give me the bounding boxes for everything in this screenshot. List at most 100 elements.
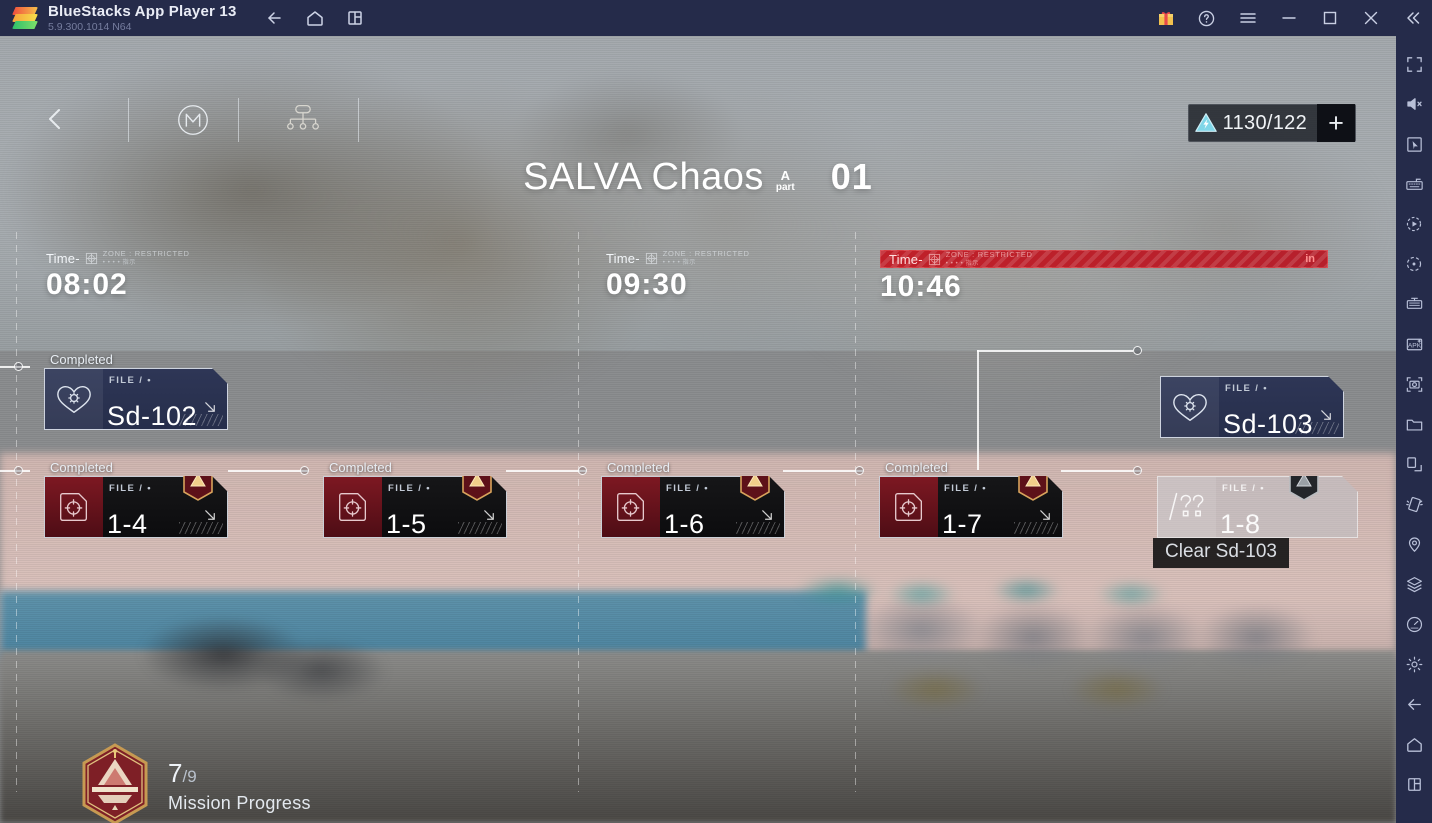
m-emblem-icon[interactable] (172, 98, 214, 142)
shake-icon[interactable] (1396, 484, 1432, 524)
energy-add-button[interactable]: + (1317, 104, 1355, 142)
node-card-1-5[interactable]: Completed FILE / • 1-5 (323, 460, 507, 538)
bluestacks-right-sidebar: APK (1396, 36, 1432, 823)
topbar-divider (238, 98, 239, 142)
game-viewport[interactable]: 1130/122 + SALVA Chaos A part 01 Time- Z… (0, 36, 1396, 823)
node-file-label: FILE / • (1225, 383, 1269, 394)
timeline-bar: Time- ZONE : RESTRICTED • • • • 指示 (606, 250, 754, 266)
node-card-1-6[interactable]: Completed FILE / • 1-6 (601, 460, 785, 538)
titlebar-back-button[interactable] (259, 3, 291, 33)
timeline-emblem-icon (85, 252, 97, 264)
timeline-marker-3-alert: Time- ZONE : RESTRICTED • • • • 指示 in 10… (880, 250, 1328, 304)
titlebar-nav-buttons (259, 3, 371, 33)
minimize-icon[interactable] (1268, 0, 1309, 36)
cursor-select-icon[interactable] (1396, 124, 1432, 164)
node-status-label: Completed (607, 460, 670, 475)
connector-node-dot (1133, 466, 1142, 475)
locked-node-tooltip: Clear Sd-103 (1153, 538, 1289, 568)
timeline-zone-line1: ZONE : RESTRICTED (102, 249, 190, 259)
timeline-zone-line2: • • • • 指示 (945, 260, 979, 267)
fullscreen-icon[interactable] (1396, 44, 1432, 84)
timeline-zone-text: ZONE : RESTRICTED • • • • 指示 (103, 250, 190, 266)
node-card-1-4[interactable]: Completed FILE / • 1-4 (44, 460, 228, 539)
mission-progress-total: /9 (182, 767, 197, 786)
heart-gear-icon (45, 369, 103, 429)
app-title: BlueStacks App Player 13 (48, 3, 237, 20)
settings-icon[interactable] (1396, 644, 1432, 684)
script-record-icon[interactable] (1396, 244, 1432, 284)
stage-title-name: SALVA Chaos (523, 156, 764, 198)
maximize-icon[interactable] (1309, 0, 1350, 36)
android-back-icon[interactable] (1396, 684, 1432, 724)
gift-icon[interactable] (1145, 0, 1186, 36)
node-card-1-8-locked[interactable]: FILE / • 1-8 Clear Sd-103 (1153, 476, 1358, 568)
menu-icon[interactable] (1227, 0, 1268, 36)
titlebar-home-button[interactable] (299, 3, 331, 33)
node-card-sd-102[interactable]: Completed FILE / • Sd-102 (44, 352, 228, 430)
timeline-zone-line1: ZONE : RESTRICTED (945, 250, 1033, 260)
background-teal-crates (795, 555, 1215, 627)
org-tree-icon[interactable] (280, 98, 326, 142)
stage-title-part: A part (776, 169, 795, 193)
android-home-icon[interactable] (1396, 724, 1432, 764)
timeline-label: Time- (606, 250, 640, 266)
timeline-time: 10:46 (880, 270, 962, 303)
macro-play-icon[interactable] (1396, 204, 1432, 244)
crosshair-file-icon (45, 477, 103, 537)
node-expand-arrow-icon (759, 507, 776, 529)
node-card-body: FILE / • 1-8 (1157, 476, 1358, 538)
node-file-label: FILE / • (109, 375, 153, 386)
timeline-zone-text: ZONE : RESTRICTED • • • • 指示 (946, 251, 1033, 267)
help-icon[interactable] (1186, 0, 1227, 36)
node-card-content: FILE / • Sd-103 (1219, 377, 1343, 437)
node-name: 1-4 (107, 509, 148, 539)
game-topbar: 1130/122 + (0, 36, 1396, 142)
app-version: 5.9.300.1014 N64 (48, 21, 132, 33)
timeline-marker-1: Time- ZONE : RESTRICTED • • • • 指示 08:02 (46, 250, 194, 302)
node-card-1-7[interactable]: Completed FILE / • 1-7 (879, 460, 1063, 538)
node-status-label: Completed (50, 460, 113, 475)
close-icon[interactable] (1350, 0, 1391, 36)
rotate-layout-icon[interactable] (1396, 444, 1432, 484)
layers-icon[interactable] (1396, 564, 1432, 604)
media-folder-icon[interactable] (1396, 404, 1432, 444)
node-card-body: FILE / • Sd-102 (44, 368, 228, 430)
energy-icon (1189, 104, 1223, 142)
mission-rank-hex-icon (78, 743, 152, 823)
performance-meter-icon[interactable] (1396, 604, 1432, 644)
titlebar-multi-instance-button[interactable] (339, 3, 371, 33)
connector-node-dot (855, 466, 864, 475)
mission-progress-label: Mission Progress (168, 793, 311, 813)
timeline-zone-line2: • • • • 指示 (662, 259, 696, 266)
energy-currency-widget[interactable]: 1130/122 + (1187, 104, 1356, 142)
timeline-zone-text: ZONE : RESTRICTED • • • • 指示 (663, 250, 750, 266)
timeline-label: Time- (46, 250, 80, 266)
timeline-emblem-icon (645, 252, 657, 264)
node-file-label: FILE / • (388, 483, 432, 494)
mission-progress-texts: 7/9 Mission Progress (168, 759, 311, 814)
mission-progress-widget: 7/9 Mission Progress (78, 743, 311, 823)
titlebar-right-icons (1145, 0, 1432, 36)
titlebar-texts: BlueStacks App Player 13 5.9.300.1014 N6… (48, 3, 237, 33)
collapse-sidebar-icon[interactable] (1391, 0, 1432, 36)
node-name: 1-5 (386, 509, 427, 539)
connector-line (1061, 470, 1141, 472)
location-icon[interactable] (1396, 524, 1432, 564)
node-card-body: FILE / • 1-5 (323, 476, 507, 538)
stage-title: SALVA Chaos A part 01 (0, 154, 1396, 200)
topbar-divider (128, 98, 129, 142)
connector-line (228, 470, 308, 472)
node-expand-arrow-icon (202, 507, 219, 529)
install-apk-icon[interactable]: APK (1396, 324, 1432, 364)
timeline-zone-line2: • • • • 指示 (102, 259, 136, 266)
keyboard-controls-icon[interactable] (1396, 164, 1432, 204)
multi-instance-manager-icon[interactable] (1396, 284, 1432, 324)
screenshot-icon[interactable] (1396, 364, 1432, 404)
node-card-sd-103[interactable]: FILE / • Sd-103 (1160, 376, 1344, 438)
window-titlebar: BlueStacks App Player 13 5.9.300.1014 N6… (0, 0, 1432, 36)
android-recents-icon[interactable] (1396, 764, 1432, 804)
timeline-emblem-icon (928, 253, 940, 265)
stage-part-word: part (775, 182, 795, 193)
game-back-button[interactable] (38, 100, 72, 138)
mute-icon[interactable] (1396, 84, 1432, 124)
